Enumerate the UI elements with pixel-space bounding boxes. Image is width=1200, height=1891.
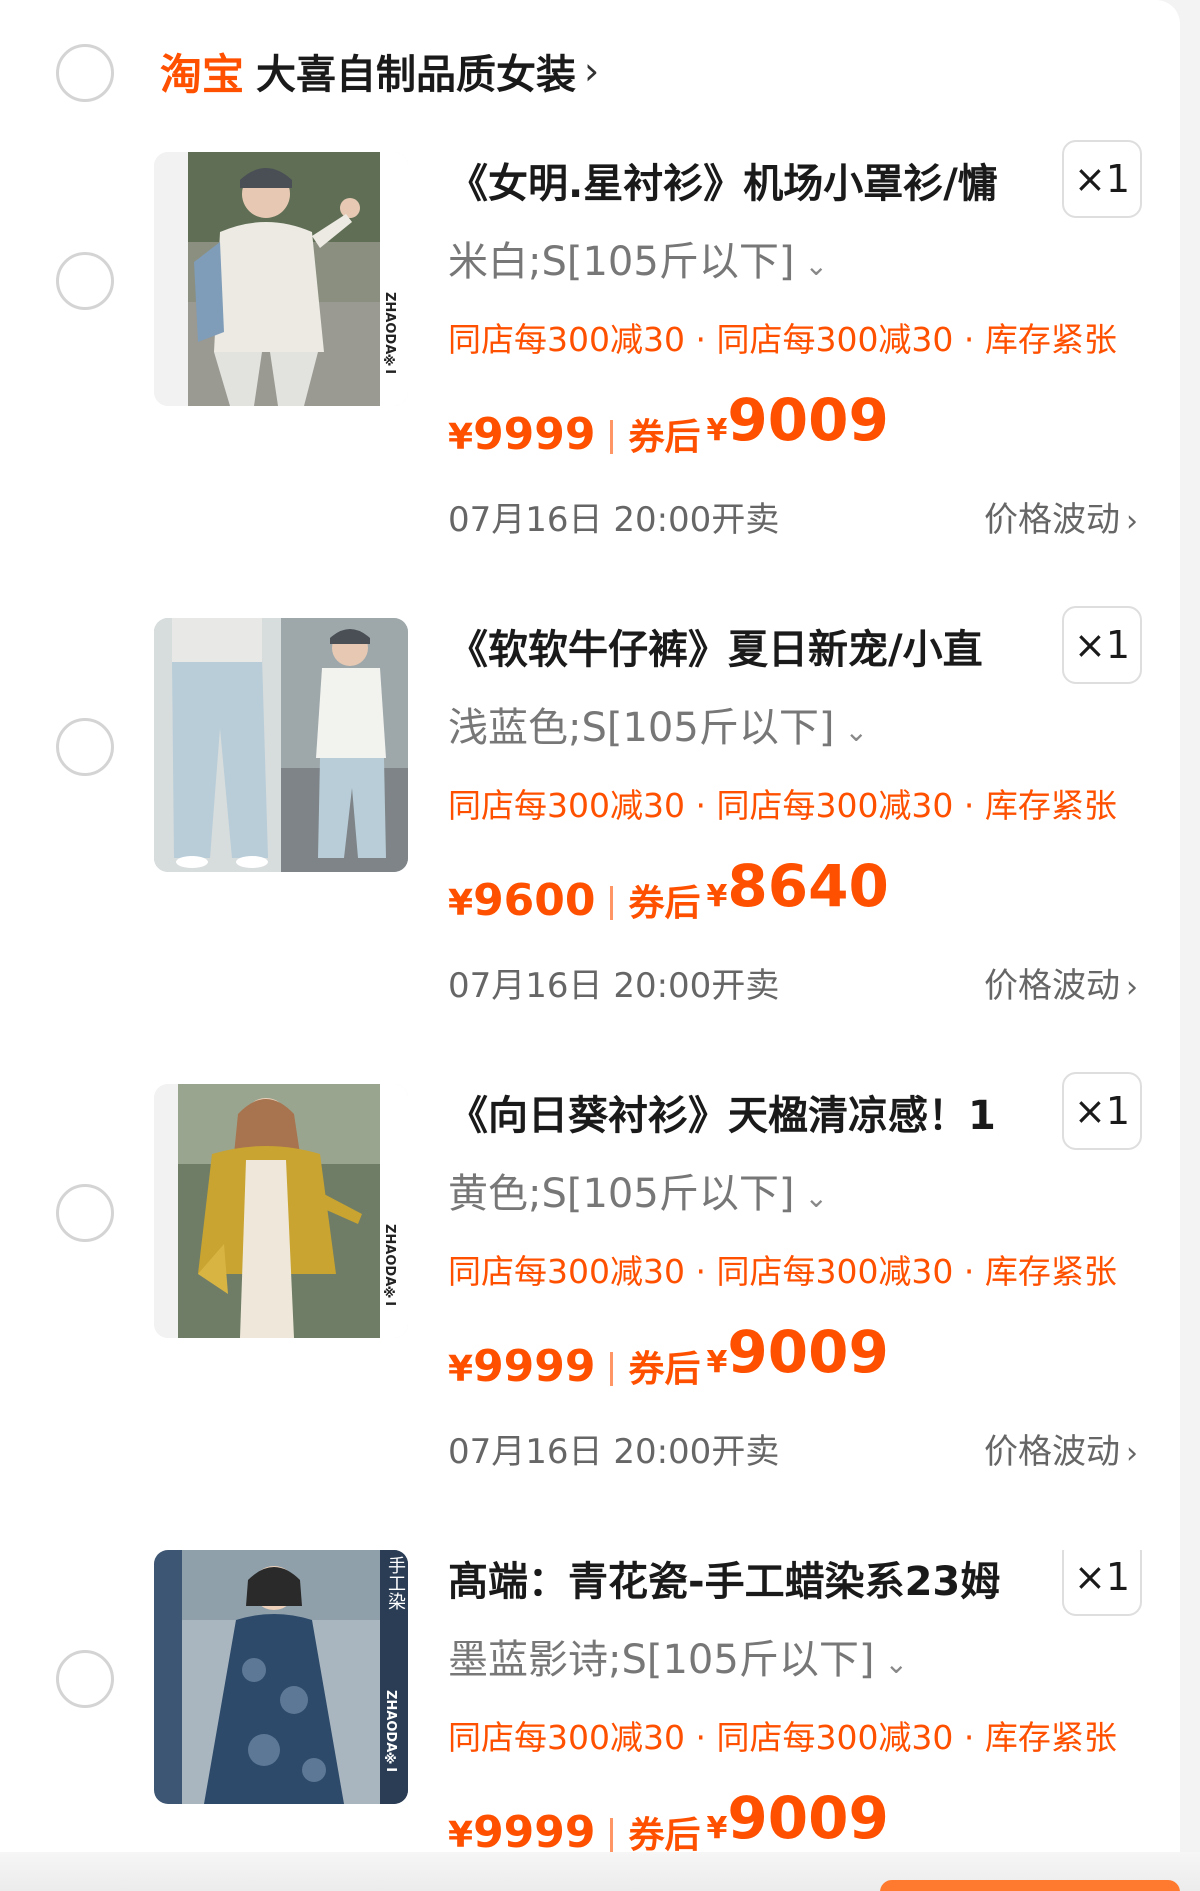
after-coupon-label: 券后 xyxy=(628,1349,701,1390)
sale-time: 07月16日 20:00开卖 xyxy=(448,966,780,1006)
chevron-right-icon: › xyxy=(584,49,600,93)
product-image[interactable]: 手工染 ZHAODA※I xyxy=(154,1550,408,1804)
promo-text: 同店每300减30 · 同店每300减30 · 库存紧张 xyxy=(448,320,1117,359)
cart-item: 手工染 ZHAODA※I 髙端：青花瓷-手工蜡染系23姆 ×1 墨蓝影诗;S[1… xyxy=(0,1550,1180,1891)
cart-item: ZHAODA※I 《女明.星衬衫》机场小罩衫/慵 ×1 米白;S[105斤以下]… xyxy=(0,140,1180,618)
product-title[interactable]: 《软软牛仔裤》夏日新宠/小直 xyxy=(448,618,1028,682)
original-price: ¥9999 xyxy=(448,1341,596,1392)
quantity-badge[interactable]: ×1 xyxy=(1062,1072,1142,1150)
item-select-radio-icon[interactable] xyxy=(56,718,114,776)
price-trend-link[interactable]: 价格波动 › xyxy=(984,1424,1138,1480)
spec-selector[interactable]: 墨蓝影诗;S[105斤以下] ⌄ xyxy=(448,1630,908,1690)
shop-select-radio-icon[interactable] xyxy=(56,44,114,102)
spec-selector[interactable]: 浅蓝色;S[105斤以下] ⌄ xyxy=(448,698,868,758)
price-divider xyxy=(609,420,613,454)
after-coupon-price: ¥9009 xyxy=(706,1318,889,1386)
image-watermark: ZHAODA※I xyxy=(383,1690,398,1773)
quantity-badge[interactable]: ×1 xyxy=(1062,140,1142,218)
shop-title: 大喜自制品质女装 xyxy=(256,52,577,98)
quantity-badge[interactable]: ×1 xyxy=(1062,606,1142,684)
original-price: ¥9600 xyxy=(448,875,596,926)
item-select-radio-icon[interactable] xyxy=(56,252,114,310)
item-select-radio-icon[interactable] xyxy=(56,1650,114,1708)
price-row: ¥9600 券后 ¥8640 xyxy=(448,852,889,932)
spec-label: 黄色;S[105斤以下] xyxy=(448,1171,795,1217)
quantity-badge[interactable]: ×1 xyxy=(1062,1550,1142,1616)
shop-name-link[interactable]: 淘宝 大喜自制品质女装 › xyxy=(160,40,599,102)
price-divider xyxy=(609,1818,613,1852)
price-trend-link[interactable]: 价格波动 › xyxy=(984,492,1138,548)
sale-time: 07月16日 20:00开卖 xyxy=(448,1432,780,1472)
cart-item: 《软软牛仔裤》夏日新宠/小直 ×1 浅蓝色;S[105斤以下] ⌄ 同店每300减… xyxy=(0,606,1180,1084)
product-title[interactable]: 《女明.星衬衫》机场小罩衫/慵 xyxy=(448,152,1028,216)
promo-text: 同店每300减30 · 同店每300减30 · 库存紧张 xyxy=(448,1718,1117,1757)
chevron-down-icon: ⌄ xyxy=(804,1181,828,1214)
sale-time: 07月16日 20:00开卖 xyxy=(448,500,780,540)
image-badge: 手工染 xyxy=(385,1556,406,1610)
price-row: ¥9999 券后 ¥9009 xyxy=(448,1318,889,1398)
promo-text: 同店每300减30 · 同店每300减30 · 库存紧张 xyxy=(448,1252,1117,1291)
after-coupon-label: 券后 xyxy=(628,883,701,924)
spec-label: 墨蓝影诗;S[105斤以下] xyxy=(448,1637,875,1683)
cart-item: ZHAODA※I 《向日葵衬衫》天楹清凉感！1 ×1 黄色;S[105斤以下] ⌄… xyxy=(0,1072,1180,1550)
image-watermark: ZHAODA※I xyxy=(382,1224,397,1307)
chevron-right-icon: › xyxy=(1126,1436,1138,1471)
shop-card: 淘宝 大喜自制品质女装 › ZHAODA※I 《女明.星衬衫》机场小罩衫/慵 ×… xyxy=(0,0,1180,1891)
spec-label: 浅蓝色;S[105斤以下] xyxy=(448,705,835,751)
price-divider xyxy=(609,886,613,920)
chevron-down-icon: ⌄ xyxy=(844,715,868,748)
product-image[interactable] xyxy=(154,618,408,872)
chevron-right-icon: › xyxy=(1126,970,1138,1005)
promo-text: 同店每300减30 · 同店每300减30 · 库存紧张 xyxy=(448,786,1117,825)
product-title[interactable]: 《向日葵衬衫》天楹清凉感！1 xyxy=(448,1084,1028,1148)
product-image[interactable]: ZHAODA※I xyxy=(154,1084,408,1338)
chevron-down-icon: ⌄ xyxy=(804,249,828,282)
original-price: ¥9999 xyxy=(448,409,596,460)
chevron-down-icon: ⌄ xyxy=(884,1647,908,1680)
chevron-right-icon: › xyxy=(1126,504,1138,539)
price-trend-link[interactable]: 价格波动 › xyxy=(984,958,1138,1014)
taobao-logo: 淘宝 xyxy=(160,49,245,99)
price-divider xyxy=(609,1352,613,1386)
spec-label: 米白;S[105斤以下] xyxy=(448,239,795,285)
product-title[interactable]: 髙端：青花瓷-手工蜡染系23姆 xyxy=(448,1550,1028,1614)
after-coupon-price: ¥8640 xyxy=(706,852,889,920)
shop-header: 淘宝 大喜自制品质女装 › xyxy=(0,0,1180,150)
image-watermark: ZHAODA※I xyxy=(382,292,397,375)
spec-selector[interactable]: 米白;S[105斤以下] ⌄ xyxy=(448,232,828,292)
checkout-button[interactable] xyxy=(880,1880,1180,1891)
after-coupon-price: ¥9009 xyxy=(706,386,889,454)
spec-selector[interactable]: 黄色;S[105斤以下] ⌄ xyxy=(448,1164,828,1224)
after-coupon-label: 券后 xyxy=(628,417,701,458)
product-image[interactable]: ZHAODA※I xyxy=(154,152,408,406)
price-row: ¥9999 券后 ¥9009 xyxy=(448,386,889,466)
item-select-radio-icon[interactable] xyxy=(56,1184,114,1242)
